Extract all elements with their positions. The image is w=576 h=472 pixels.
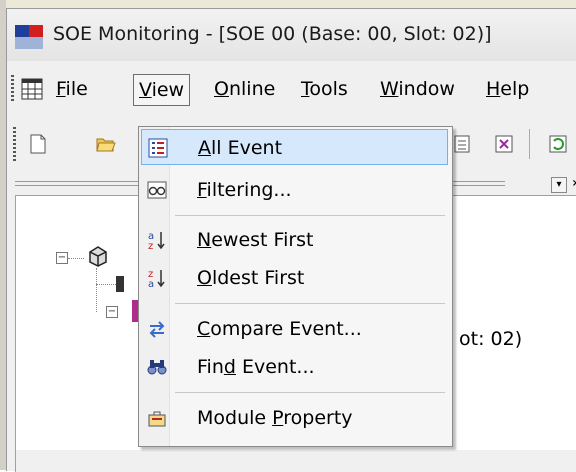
menu-bar: File View Online Tools Window Help — [7, 69, 576, 109]
menu-online[interactable]: Online — [209, 74, 280, 104]
toolbar-grip[interactable] — [13, 127, 16, 161]
list-icon — [148, 138, 168, 158]
base-node-icon — [89, 246, 107, 267]
menuitem-oldest-first[interactable]: z a Oldest First — [141, 260, 448, 296]
menu-view[interactable]: View — [133, 74, 191, 106]
title-bar[interactable]: SOE Monitoring - [SOE 00 (Base: 00, Slot… — [7, 9, 576, 61]
open-folder-icon[interactable] — [95, 133, 117, 155]
toolbar-separator — [529, 129, 530, 159]
menu-file[interactable]: File — [51, 74, 93, 104]
refresh-icon[interactable] — [547, 133, 569, 155]
menuitem-all-event[interactable]: All Event — [141, 129, 448, 165]
menuitem-find-event[interactable]: Find Event... — [141, 349, 448, 385]
menu-separator — [175, 215, 445, 216]
app-icon — [15, 25, 43, 49]
menuitem-compare-event[interactable]: Compare Event... — [141, 311, 448, 347]
menu-separator — [175, 392, 445, 393]
menuitem-newest-first[interactable]: a z Newest First — [141, 222, 448, 258]
window-title: SOE Monitoring - [SOE 00 (Base: 00, Slot… — [53, 23, 492, 45]
view-menu-dropdown: All Event Filtering... a z Newest First … — [138, 126, 453, 447]
compare-arrows-icon — [149, 321, 165, 338]
outer-frame — [0, 0, 576, 8]
svg-text:z: z — [148, 241, 153, 250]
menu-separator — [175, 303, 445, 304]
tree-collapse-toggle-2[interactable]: − — [106, 306, 118, 318]
glasses-icon — [147, 181, 167, 199]
new-document-icon[interactable] — [27, 133, 49, 155]
sort-za-icon: z a — [148, 269, 165, 288]
delete-item-icon[interactable] — [493, 133, 515, 155]
menuitem-filtering[interactable]: Filtering... — [141, 172, 448, 208]
sort-az-icon: a z — [148, 231, 165, 250]
module-icon — [148, 411, 166, 427]
pane-close-button[interactable]: × — [569, 177, 576, 191]
menubar-grip[interactable] — [11, 75, 14, 103]
pane-dropdown-button[interactable]: ▾ — [551, 177, 567, 193]
report-icon[interactable] — [451, 133, 473, 155]
tree-collapse-toggle[interactable]: − — [56, 252, 68, 264]
mdi-window-icon[interactable] — [21, 78, 43, 100]
menuitem-module-property[interactable]: Module Property — [141, 400, 448, 436]
svg-text:a: a — [148, 279, 154, 288]
menu-window[interactable]: Window — [375, 74, 460, 104]
tree-node-soe-label[interactable]: ot: 02) — [459, 328, 522, 350]
binoculars-icon — [147, 360, 167, 375]
menu-help[interactable]: Help — [481, 74, 534, 104]
app-window: SOE Monitoring - [SOE 00 (Base: 00, Slot… — [6, 8, 576, 472]
menu-tools[interactable]: Tools — [296, 74, 353, 104]
module-node-icon — [116, 276, 124, 292]
